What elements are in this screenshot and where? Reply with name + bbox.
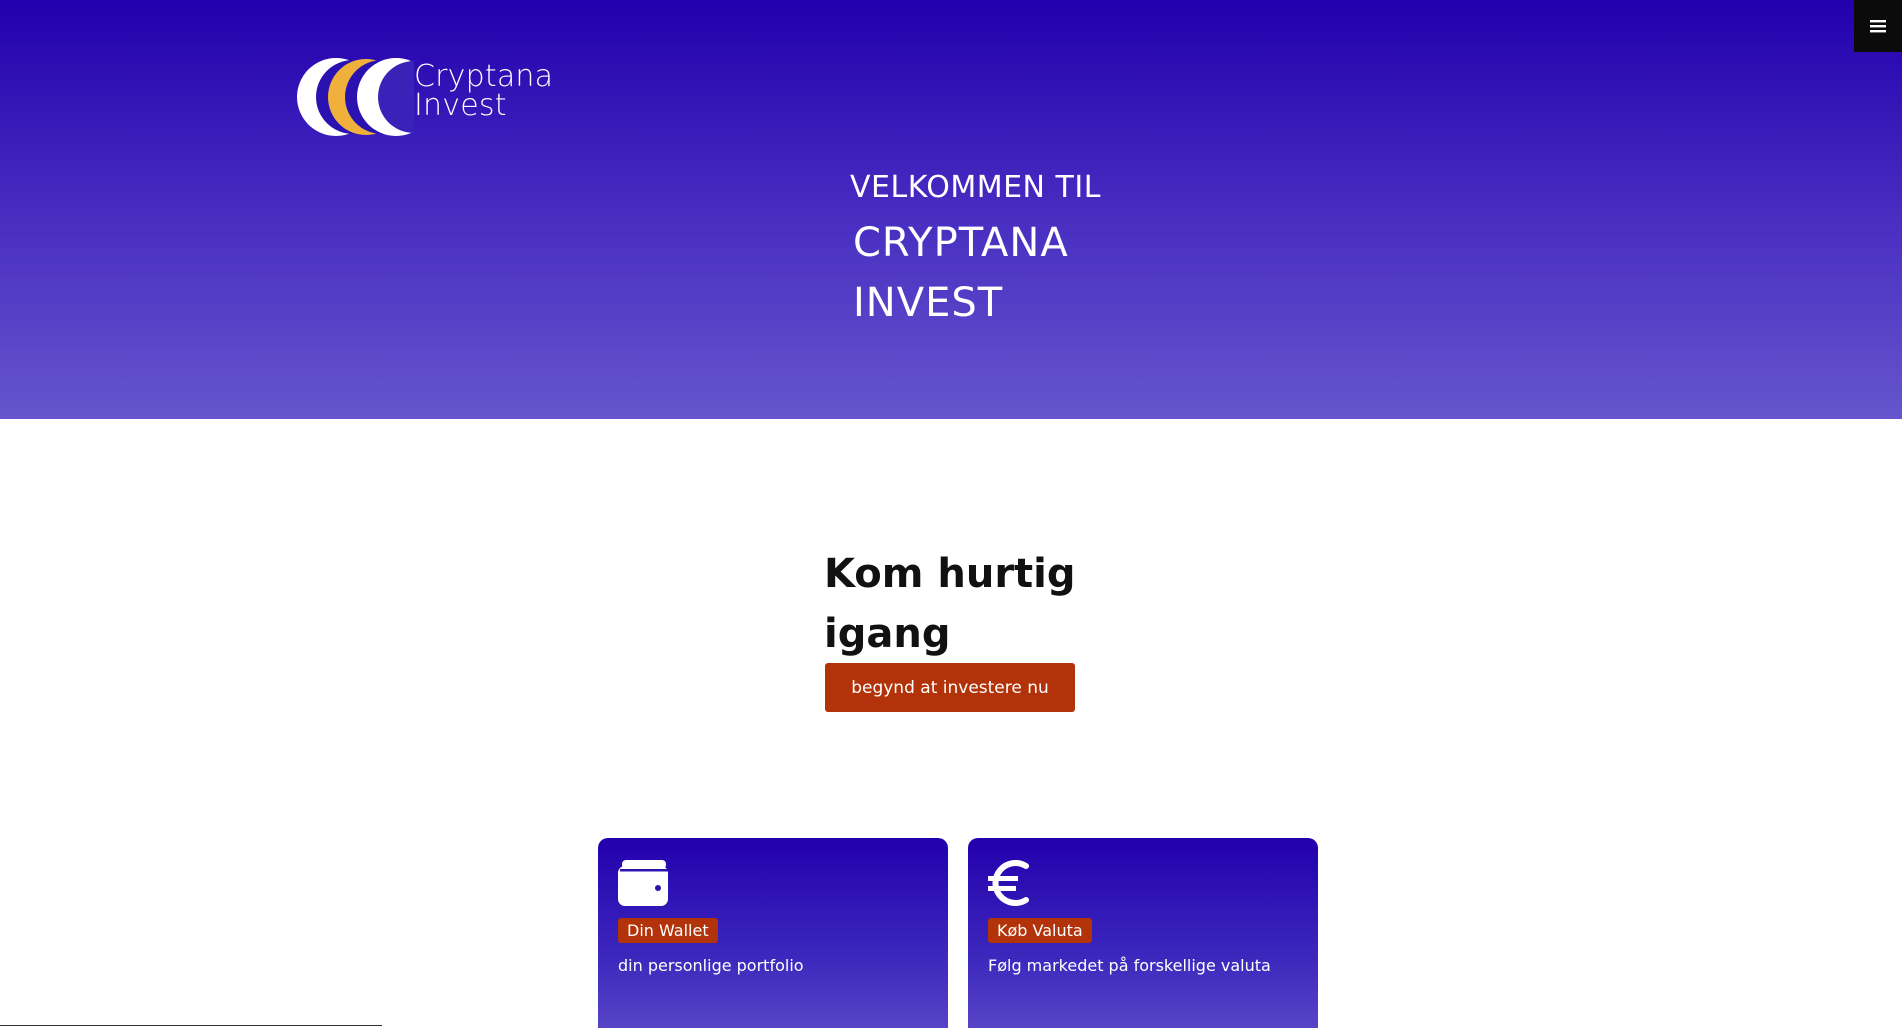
wallet-badge: Din Wallet [618, 918, 718, 943]
brand-title-line2: INVEST [853, 280, 1004, 326]
menu-button[interactable] [1854, 0, 1902, 52]
logo-text-line2: Invest [414, 88, 507, 123]
logo-circles-icon [297, 58, 450, 136]
wallet-icon [618, 860, 668, 906]
welcome-text: VELKOMMEN TIL [850, 170, 1101, 205]
buy-currency-badge: Køb Valuta [988, 918, 1092, 943]
site-logo[interactable]: Cryptana Invest [296, 56, 556, 140]
euro-icon [988, 860, 1029, 906]
brand-title-line1: CRYPTANA [853, 220, 1069, 266]
logo-text: Cryptana Invest [414, 59, 554, 123]
quickstart-heading: Kom hurtig igang [824, 551, 1076, 657]
buy-currency-description: Følg markedet på forskellige valuta [988, 956, 1271, 975]
hero-banner: Cryptana Invest VELKOMMEN TIL CRYPTANA I… [0, 0, 1902, 419]
wallet-description: din personlige portfolio [618, 956, 804, 975]
page: Cryptana Invest VELKOMMEN TIL CRYPTANA I… [0, 0, 1902, 1028]
start-investing-button[interactable]: begynd at investere nu [825, 663, 1075, 712]
buy-currency-card[interactable]: Køb Valuta Følg markedet på forskellige … [968, 838, 1318, 1028]
logo-text-line1: Cryptana [414, 59, 554, 94]
divider [0, 1025, 382, 1026]
hamburger-menu-icon [1870, 20, 1886, 33]
wallet-card[interactable]: Din Wallet din personlige portfolio [598, 838, 948, 1028]
